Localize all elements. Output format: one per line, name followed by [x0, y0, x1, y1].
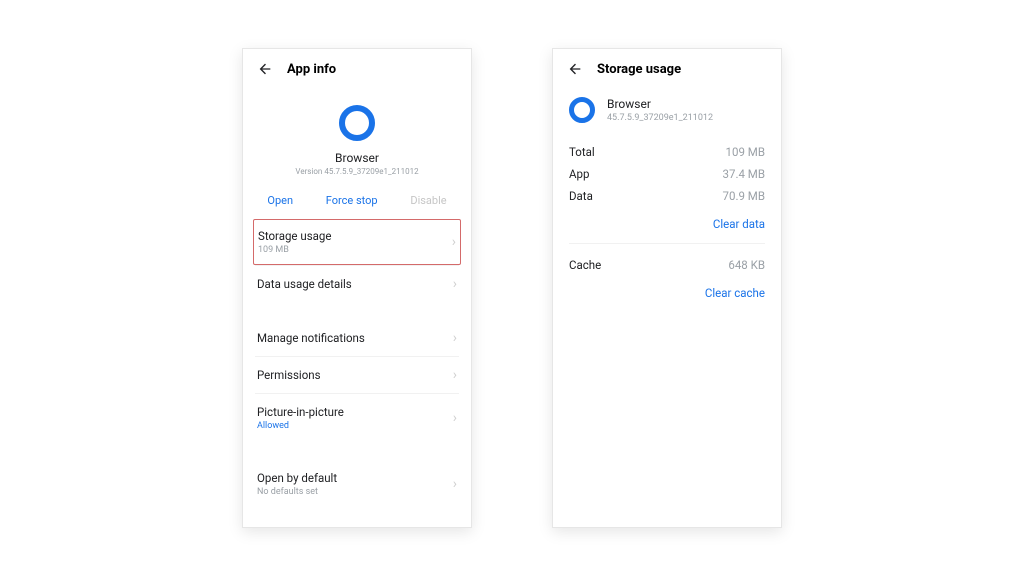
kv-data: Data 70.9 MB — [569, 185, 765, 207]
app-version: 45.7.5.9_37209e1_211012 — [607, 113, 713, 123]
cache-section: Cache 648 KB — [553, 250, 781, 276]
app-hero: Browser Version 45.7.5.9_37209e1_211012 — [243, 87, 471, 184]
action-row: Open Force stop Disable — [243, 184, 471, 219]
row-storage-usage[interactable]: Storage usage 109 MB › — [253, 219, 461, 265]
page-title: App info — [287, 62, 336, 77]
kv-app: App 37.4 MB — [569, 163, 765, 185]
clear-data-button[interactable]: Clear data — [553, 207, 781, 237]
row-notifications[interactable]: Manage notifications › — [255, 320, 459, 356]
kv-key: Data — [569, 189, 593, 203]
row-title: Storage usage — [258, 229, 331, 243]
app-version: Version 45.7.5.9_37209e1_211012 — [295, 167, 418, 176]
browser-app-icon — [569, 97, 595, 123]
chevron-right-icon: › — [453, 411, 457, 425]
chevron-right-icon: › — [453, 368, 457, 382]
kv-val: 648 KB — [728, 258, 765, 272]
page-title: Storage usage — [597, 62, 681, 77]
row-pip[interactable]: Picture-in-picture Allowed › — [255, 393, 459, 442]
back-arrow-icon[interactable] — [567, 61, 583, 77]
chevron-right-icon: › — [453, 477, 457, 491]
settings-list-1: Storage usage 109 MB › Data usage detail… — [243, 219, 471, 302]
row-sub: No defaults set — [257, 487, 337, 497]
app-name: Browser — [335, 151, 379, 165]
row-title: Open by default — [257, 471, 337, 485]
row-title: Permissions — [257, 368, 321, 382]
app-info-screen: App info Browser Version 45.7.5.9_37209e… — [242, 48, 472, 528]
storage-header: Browser 45.7.5.9_37209e1_211012 — [553, 87, 781, 137]
chevron-right-icon: › — [453, 277, 457, 291]
settings-list-3: Open by default No defaults set › — [243, 460, 471, 508]
kv-key: Cache — [569, 258, 601, 272]
row-open-by-default[interactable]: Open by default No defaults set › — [255, 460, 459, 508]
app-name: Browser — [607, 97, 713, 111]
kv-val: 37.4 MB — [723, 167, 765, 181]
row-sub: 109 MB — [258, 245, 331, 255]
kv-total: Total 109 MB — [569, 141, 765, 163]
settings-list-2: Manage notifications › Permissions › Pic… — [243, 320, 471, 442]
titlebar: App info — [243, 49, 471, 87]
storage-breakdown: Total 109 MB App 37.4 MB Data 70.9 MB — [553, 137, 781, 207]
storage-usage-screen: Storage usage Browser 45.7.5.9_37209e1_2… — [552, 48, 782, 528]
browser-app-icon — [339, 105, 375, 141]
row-sub: Allowed — [257, 421, 344, 431]
open-button[interactable]: Open — [267, 194, 293, 207]
row-title: Manage notifications — [257, 331, 365, 345]
chevron-right-icon: › — [452, 235, 456, 249]
kv-cache: Cache 648 KB — [569, 254, 765, 276]
separator — [569, 243, 765, 244]
clear-cache-button[interactable]: Clear cache — [553, 276, 781, 306]
row-title: Data usage details — [257, 277, 352, 291]
kv-val: 70.9 MB — [723, 189, 765, 203]
disable-button: Disable — [410, 194, 446, 207]
row-title: Picture-in-picture — [257, 405, 344, 419]
kv-key: App — [569, 167, 589, 181]
kv-key: Total — [569, 145, 595, 159]
force-stop-button[interactable]: Force stop — [326, 194, 378, 207]
titlebar: Storage usage — [553, 49, 781, 87]
row-data-usage[interactable]: Data usage details › — [255, 265, 459, 302]
back-arrow-icon[interactable] — [257, 61, 273, 77]
kv-val: 109 MB — [726, 145, 765, 159]
row-permissions[interactable]: Permissions › — [255, 356, 459, 393]
chevron-right-icon: › — [453, 331, 457, 345]
